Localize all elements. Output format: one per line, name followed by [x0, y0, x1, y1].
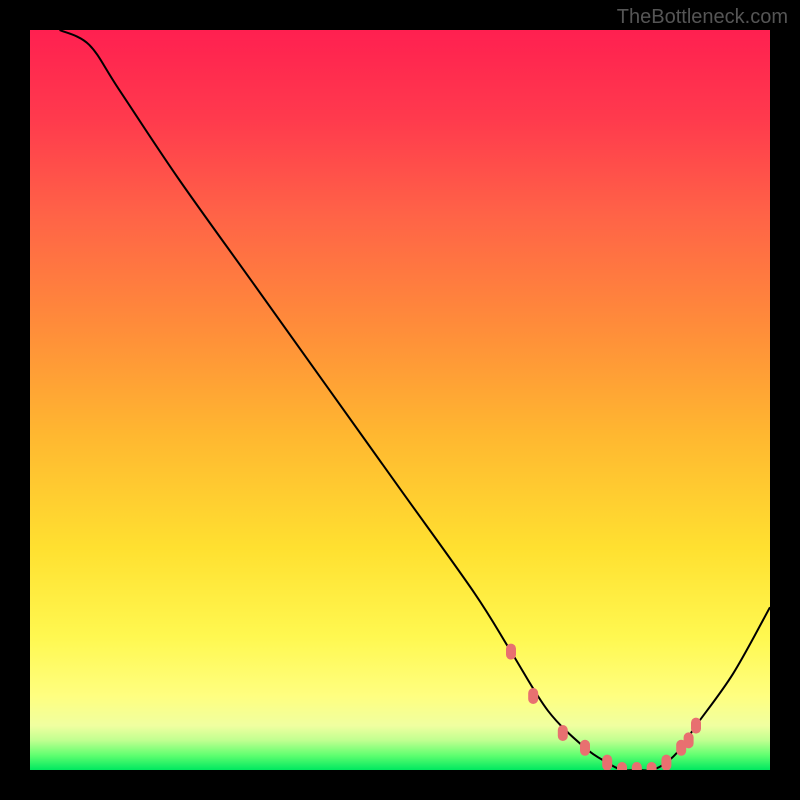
marker-point: [684, 732, 694, 748]
curve-overlay: [30, 30, 770, 770]
marker-point: [602, 755, 612, 770]
chart-container: [30, 30, 770, 770]
marker-point: [558, 725, 568, 741]
marker-point: [506, 644, 516, 660]
marker-point: [647, 762, 657, 770]
marker-point: [528, 688, 538, 704]
marker-point: [661, 755, 671, 770]
marker-point: [691, 718, 701, 734]
bottleneck-curve-line: [60, 30, 770, 770]
watermark-text: TheBottleneck.com: [617, 6, 788, 29]
marker-point: [617, 762, 627, 770]
marker-group: [506, 644, 701, 770]
marker-point: [580, 740, 590, 756]
marker-point: [632, 762, 642, 770]
